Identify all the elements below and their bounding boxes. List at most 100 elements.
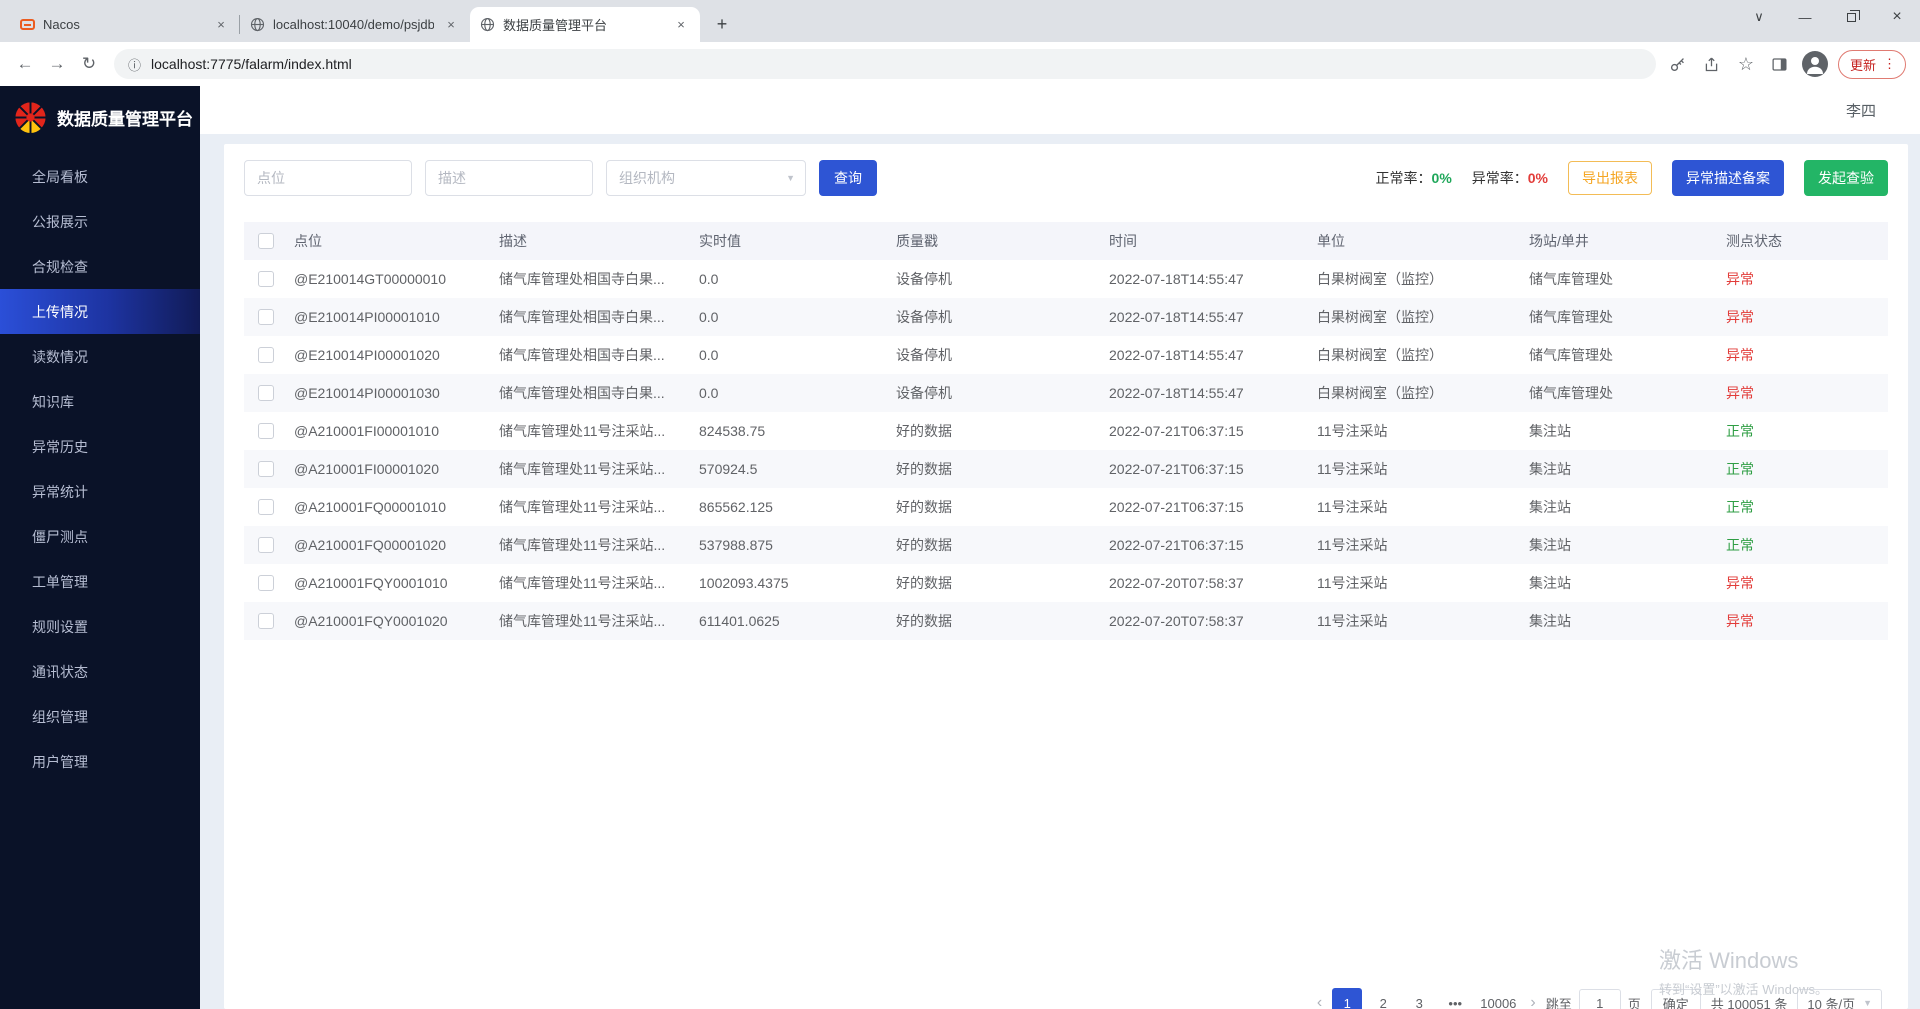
cell-unit: 11号注采站	[1317, 497, 1529, 517]
table-body: @E210014GT00000010 储气库管理处相国寺白果... 0.0 设备…	[244, 260, 1888, 640]
row-checkbox[interactable]	[258, 613, 274, 629]
sidebar-item[interactable]: 通讯状态	[0, 649, 200, 694]
point-filter-input[interactable]	[244, 160, 412, 196]
table-row[interactable]: @E210014GT00000010 储气库管理处相国寺白果... 0.0 设备…	[244, 260, 1888, 298]
row-checkbox[interactable]	[258, 309, 274, 325]
sidebar-item[interactable]: 知识库	[0, 379, 200, 424]
brand: 数据质量管理平台	[0, 86, 200, 148]
user-name[interactable]: 李四	[1846, 100, 1876, 121]
jump-page-input[interactable]	[1579, 989, 1621, 1009]
bookmark-star-icon[interactable]: ☆	[1734, 52, 1758, 76]
cell-point: @A210001FI00001020	[294, 461, 499, 477]
row-checkbox[interactable]	[258, 537, 274, 553]
cell-status: 异常	[1726, 383, 1888, 403]
tab-title: Nacos	[43, 17, 204, 32]
sidebar-item[interactable]: 组织管理	[0, 694, 200, 739]
share-icon[interactable]	[1700, 52, 1724, 76]
sidebar-item-label: 通讯状态	[32, 662, 88, 682]
page-button[interactable]: 1	[1332, 988, 1362, 1009]
restore-icon	[1847, 13, 1856, 22]
cell-point: @A210001FQ00001020	[294, 537, 499, 553]
data-table: 点位 描述 实时值 质量戳 时间 单位 场站/单井 测点状态	[244, 222, 1888, 640]
browser-toolbar: ← → ↻ ⓘ localhost:7775/falarm/index.html…	[0, 42, 1920, 86]
url-bar[interactable]: ⓘ localhost:7775/falarm/index.html	[114, 49, 1656, 79]
cell-desc: 储气库管理处11号注采站...	[499, 611, 699, 631]
table-row[interactable]: @A210001FQY0001020 储气库管理处11号注采站... 61140…	[244, 602, 1888, 640]
page-button[interactable]: 3	[1404, 988, 1434, 1009]
next-page-icon[interactable]: ›	[1530, 994, 1535, 1009]
back-icon[interactable]: ←	[10, 49, 40, 79]
sidebar-item[interactable]: 异常统计	[0, 469, 200, 514]
abnormal-record-button[interactable]: 异常描述备案	[1672, 160, 1784, 196]
row-checkbox[interactable]	[258, 385, 274, 401]
cell-station: 集注站	[1529, 421, 1726, 441]
table-row[interactable]: @E210014PI00001030 储气库管理处相国寺白果... 0.0 设备…	[244, 374, 1888, 412]
row-checkbox[interactable]	[258, 575, 274, 591]
row-checkbox[interactable]	[258, 499, 274, 515]
sidebar-item[interactable]: 用户管理	[0, 739, 200, 784]
row-checkbox[interactable]	[258, 423, 274, 439]
cell-time: 2022-07-18T14:55:47	[1109, 309, 1317, 325]
tab-search-icon[interactable]: ∨	[1736, 0, 1782, 34]
sidebar-item[interactable]: 上传情况	[0, 289, 200, 334]
password-key-icon[interactable]	[1666, 52, 1690, 76]
page-size-select[interactable]: 10 条/页 ▼	[1797, 989, 1882, 1009]
sidebar-item[interactable]: 合规检查	[0, 244, 200, 289]
page-button[interactable]: 10006	[1476, 988, 1520, 1009]
profile-avatar[interactable]	[1802, 51, 1828, 77]
chrome-menu-icon[interactable]: ⋮	[1883, 56, 1896, 72]
org-select[interactable]: 组织机构 ▼	[606, 160, 806, 196]
jump-confirm-button[interactable]: 确定	[1651, 989, 1701, 1009]
table-row[interactable]: @A210001FQY0001010 储气库管理处11号注采站... 10020…	[244, 564, 1888, 602]
browser-tab[interactable]: 数据质量管理平台 ×	[470, 7, 700, 42]
sidebar-item[interactable]: 异常历史	[0, 424, 200, 469]
table-row[interactable]: @A210001FQ00001020 储气库管理处11号注采站... 53798…	[244, 526, 1888, 564]
table-row[interactable]: @A210001FQ00001010 储气库管理处11号注采站... 86556…	[244, 488, 1888, 526]
table-row[interactable]: @A210001FI00001020 储气库管理处11号注采站... 57092…	[244, 450, 1888, 488]
cell-time: 2022-07-21T06:37:15	[1109, 461, 1317, 477]
site-info-icon[interactable]: ⓘ	[128, 55, 141, 74]
cell-station: 集注站	[1529, 535, 1726, 555]
restore-button[interactable]	[1828, 0, 1874, 34]
cell-station: 集注站	[1529, 611, 1726, 631]
tab-close-icon[interactable]: ×	[212, 16, 230, 34]
sidebar-item[interactable]: 工单管理	[0, 559, 200, 604]
search-button[interactable]: 查询	[819, 160, 877, 196]
export-report-button[interactable]: 导出报表	[1568, 161, 1652, 195]
minimize-button[interactable]: —	[1782, 0, 1828, 34]
row-checkbox[interactable]	[258, 271, 274, 287]
sidebar-item[interactable]: 全局看板	[0, 154, 200, 199]
tab-close-icon[interactable]: ×	[672, 16, 690, 34]
side-panel-icon[interactable]	[1768, 52, 1792, 76]
cell-value: 0.0	[699, 347, 896, 363]
desc-filter-input[interactable]	[425, 160, 593, 196]
table-row[interactable]: @E210014PI00001020 储气库管理处相国寺白果... 0.0 设备…	[244, 336, 1888, 374]
browser-tab[interactable]: localhost:10040/demo/psjdbc ×	[240, 7, 470, 42]
select-all-checkbox[interactable]	[258, 233, 274, 249]
cell-quality: 设备停机	[896, 307, 1109, 327]
row-checkbox[interactable]	[258, 347, 274, 363]
page-button[interactable]: 2	[1368, 988, 1398, 1009]
cell-status: 异常	[1726, 269, 1888, 289]
tab-close-icon[interactable]: ×	[442, 16, 460, 34]
start-inspection-button[interactable]: 发起查验	[1804, 160, 1888, 196]
sidebar-item[interactable]: 僵尸测点	[0, 514, 200, 559]
close-button[interactable]: ×	[1874, 0, 1920, 34]
prev-page-icon[interactable]: ‹	[1317, 994, 1322, 1009]
table-row[interactable]: @E210014PI00001010 储气库管理处相国寺白果... 0.0 设备…	[244, 298, 1888, 336]
cell-desc: 储气库管理处11号注采站...	[499, 535, 699, 555]
cell-time: 2022-07-18T14:55:47	[1109, 271, 1317, 287]
row-checkbox[interactable]	[258, 461, 274, 477]
total-count: 共 100051 条	[1711, 994, 1788, 1009]
table-row[interactable]: @A210001FI00001010 储气库管理处11号注采站... 82453…	[244, 412, 1888, 450]
browser-tab[interactable]: Nacos ×	[10, 7, 240, 42]
new-tab-button[interactable]: +	[708, 10, 736, 38]
page-button[interactable]: •••	[1440, 988, 1470, 1009]
forward-icon[interactable]: →	[42, 49, 72, 79]
sidebar-item[interactable]: 读数情况	[0, 334, 200, 379]
reload-icon[interactable]: ↻	[74, 49, 104, 79]
sidebar-item[interactable]: 公报展示	[0, 199, 200, 244]
sidebar-item[interactable]: 规则设置	[0, 604, 200, 649]
url-text[interactable]: localhost:7775/falarm/index.html	[151, 56, 352, 72]
chrome-update-button[interactable]: 更新 ⋮	[1838, 50, 1906, 79]
